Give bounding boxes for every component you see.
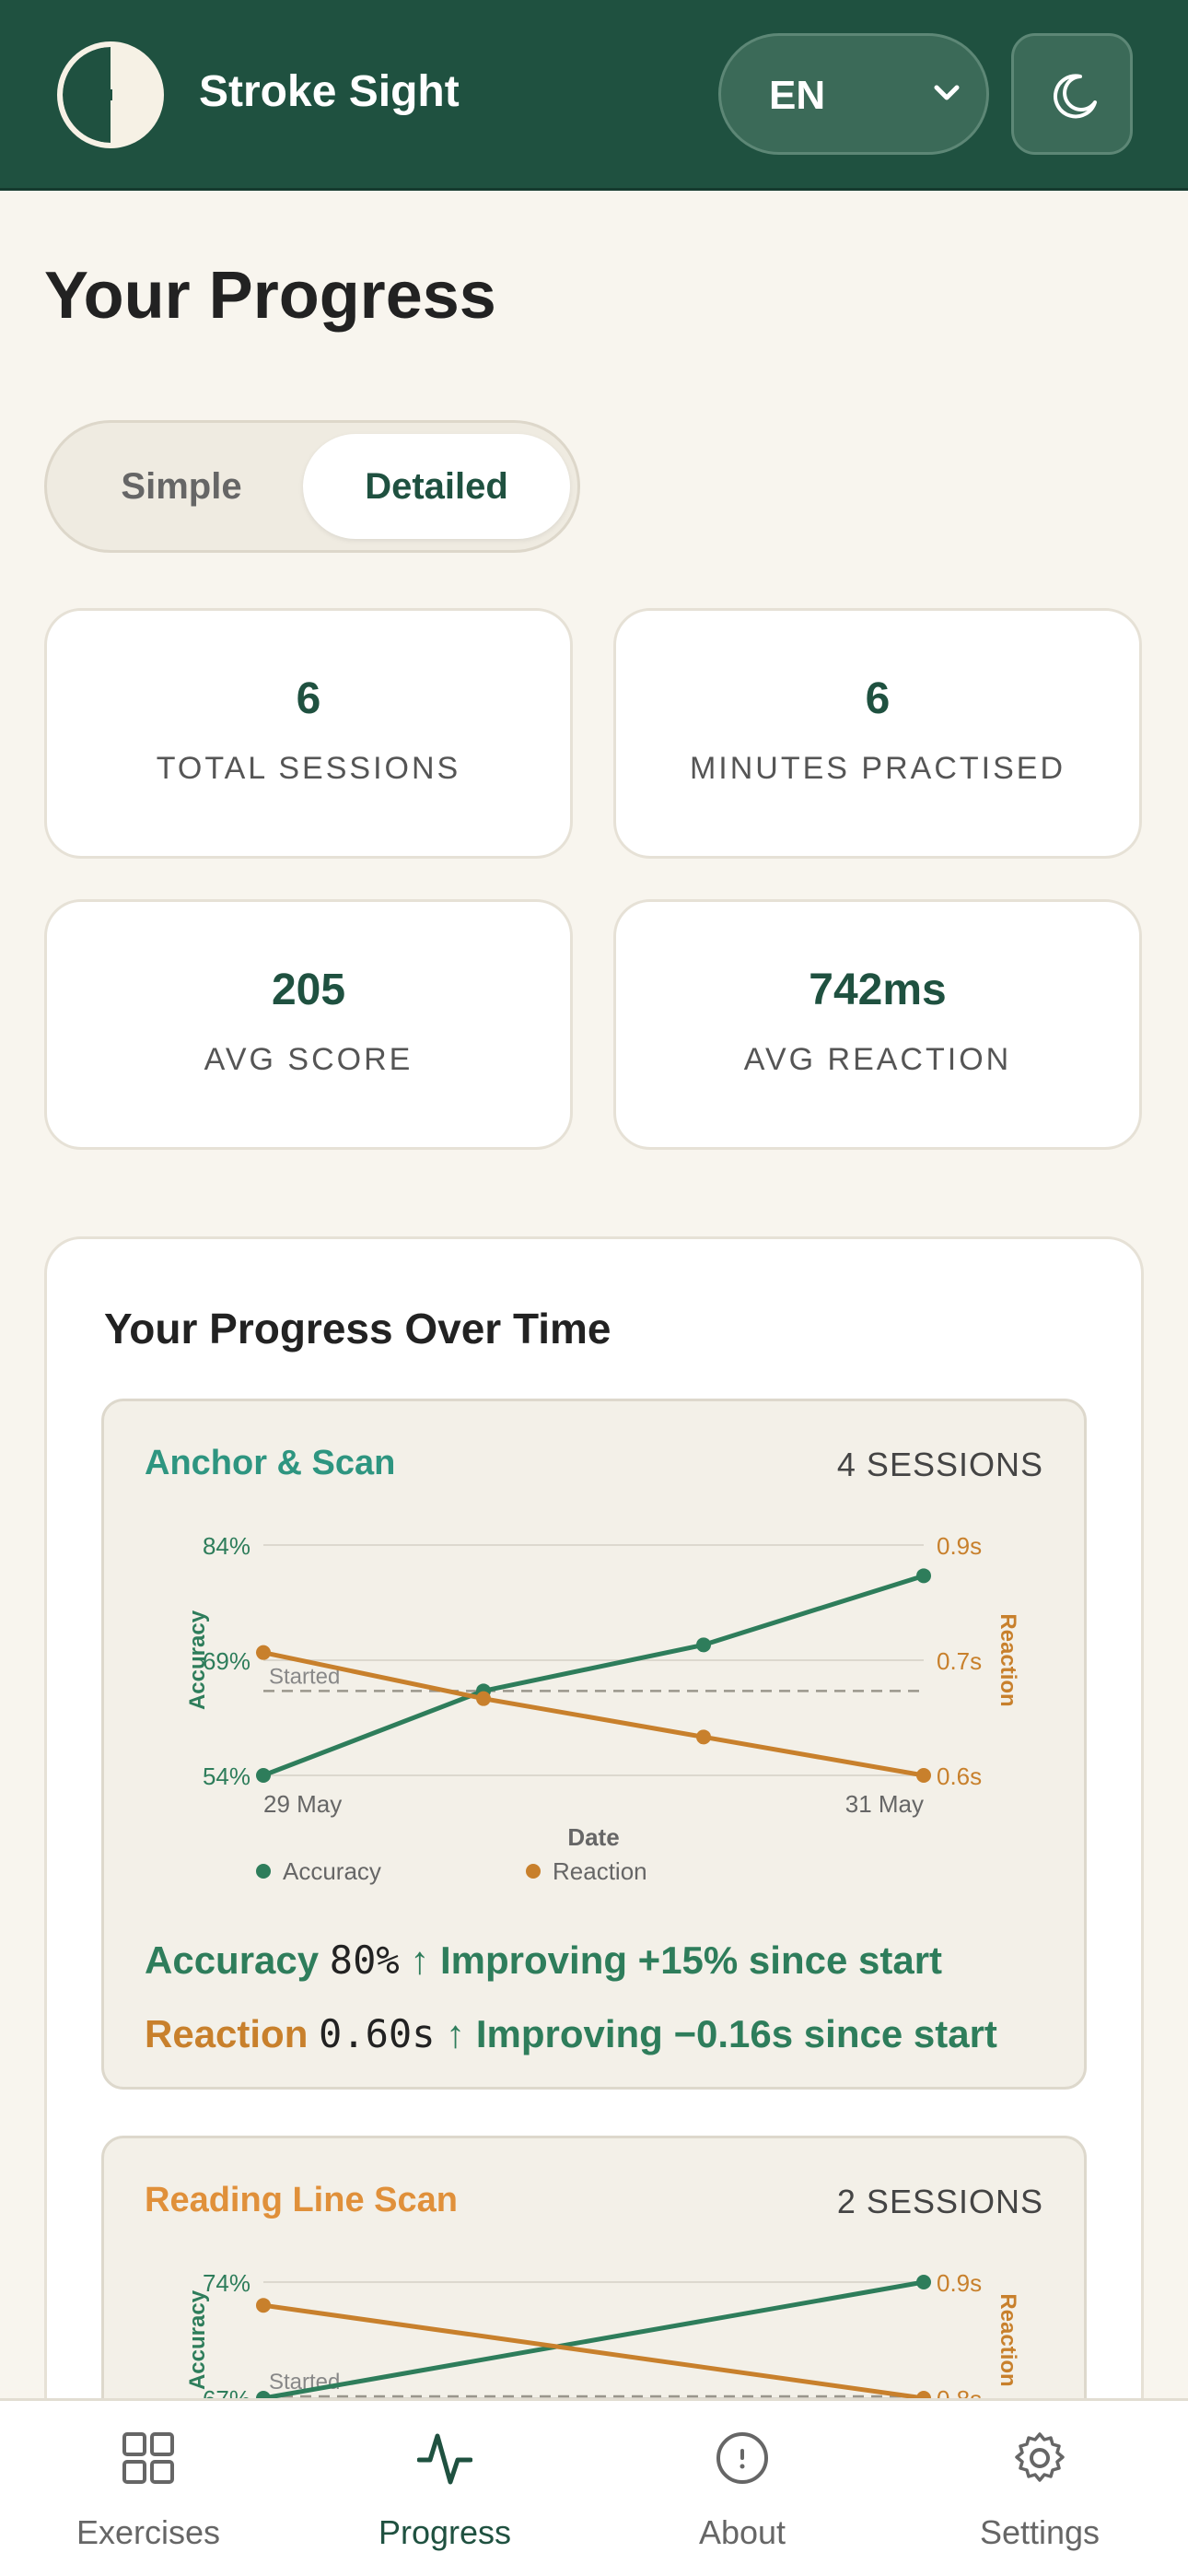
section-title: Your Progress Over Time	[104, 1305, 611, 1352]
nav-label: Progress	[378, 2513, 512, 2551]
view-mode-toggle: Simple Detailed	[44, 420, 580, 553]
pulse-icon	[417, 2433, 472, 2485]
reaction-point	[256, 1645, 271, 1660]
nav-label: Settings	[979, 2513, 1101, 2551]
reaction-point	[256, 2298, 271, 2313]
bottom-navigation: Exercises Progress About Settings	[0, 2398, 1188, 2576]
stat-value: 742ms	[809, 966, 947, 1014]
x-tick-label: 31 May	[845, 1790, 924, 1818]
legend-reaction-swatch	[526, 1864, 541, 1879]
legend-accuracy-label: Accuracy	[283, 1857, 381, 1885]
app-title: Stroke Sight	[199, 67, 460, 116]
info-icon	[716, 2432, 768, 2484]
stat-card-avg-reaction: 742ms AVG REACTION	[613, 899, 1142, 1150]
half-circle-logo-icon	[57, 41, 164, 148]
detailed-view-button[interactable]: Detailed	[303, 434, 570, 539]
accuracy-point	[256, 1768, 271, 1783]
y-tick-right: 0.6s	[937, 1762, 982, 1790]
accuracy-summary: Accuracy 80% ↑ Improving +15% since star…	[145, 1938, 942, 1983]
accuracy-summary-label: Accuracy	[145, 1938, 320, 1982]
legend-reaction-label: Reaction	[553, 1857, 647, 1885]
y-tick-left: 84%	[203, 1532, 250, 1560]
chevron-down-icon	[934, 85, 960, 100]
reaction-point	[696, 1729, 711, 1745]
accuracy-point	[916, 1568, 931, 1584]
simple-view-button[interactable]: Simple	[58, 434, 305, 539]
reaction-point	[916, 1768, 931, 1783]
stat-card-total-sessions: 6 TOTAL SESSIONS	[44, 608, 573, 859]
nav-item-progress[interactable]: Progress	[297, 2401, 593, 2576]
exercise-card-anchor-scan: Anchor & Scan 4 SESSIONS 84% 69% 54% 0.9s 0.…	[101, 1399, 1087, 2090]
stat-value: 205	[271, 966, 346, 1014]
language-select[interactable]: EN	[718, 33, 989, 155]
reaction-summary: Reaction 0.60s ↑ Improving −0.16s since …	[145, 2011, 997, 2056]
grid-icon	[122, 2432, 174, 2484]
y-axis-title-right: Reaction	[996, 1613, 1020, 1706]
y-tick-left: 54%	[203, 1762, 250, 1790]
y-axis-title-right: Reaction	[996, 2293, 1020, 2386]
reaction-point	[476, 1691, 491, 1706]
theme-toggle-button[interactable]	[1011, 33, 1133, 155]
stat-label: AVG REACTION	[743, 1042, 1012, 1077]
stat-label: AVG SCORE	[204, 1042, 413, 1077]
gear-icon	[1015, 2432, 1065, 2482]
nav-label: About	[698, 2513, 786, 2551]
accuracy-point	[696, 1637, 711, 1653]
x-axis-title: Date	[567, 1823, 619, 1851]
nav-item-settings[interactable]: Settings	[891, 2401, 1188, 2576]
stat-value: 6	[296, 674, 321, 723]
accuracy-point	[916, 2275, 931, 2289]
y-tick-right: 0.7s	[937, 1647, 982, 1675]
reaction-summary-value: 0.60s	[319, 2011, 436, 2056]
stat-label: MINUTES PRACTISED	[689, 751, 1066, 786]
nav-label: Exercises	[76, 2513, 221, 2551]
x-tick-label: 29 May	[263, 1790, 342, 1818]
accuracy-summary-value: 80%	[329, 1938, 400, 1983]
reaction-series-line	[262, 1650, 925, 1778]
reaction-trend: ↑ Improving −0.16s since start	[446, 2012, 997, 2055]
moon-icon	[1054, 74, 1097, 119]
app-header: Stroke Sight EN	[0, 0, 1188, 191]
nav-item-exercises[interactable]: Exercises	[0, 2401, 297, 2576]
stat-value: 6	[865, 674, 891, 723]
stat-card-minutes-practised: 6 MINUTES PRACTISED	[613, 608, 1142, 859]
y-axis-title-left: Accuracy	[185, 1610, 210, 1710]
language-value: EN	[769, 73, 826, 118]
accuracy-series-line	[262, 2279, 925, 2401]
stat-card-avg-score: 205 AVG SCORE	[44, 899, 573, 1150]
anchor-scan-chart: 84%69%54%0.9s0.7s0.6sAccuracy ReactionSta…	[185, 1532, 1020, 1885]
reaction-summary-label: Reaction	[145, 2012, 309, 2055]
legend-accuracy-swatch	[256, 1864, 271, 1879]
page-title: Your Progress	[44, 259, 496, 333]
reaction-series-line	[262, 2302, 925, 2401]
accuracy-trend: ↑ Improving +15% since start	[410, 1938, 943, 1982]
stat-label: TOTAL SESSIONS	[156, 751, 461, 786]
y-tick-right: 0.9s	[937, 2269, 982, 2297]
y-axis-title-left: Accuracy	[185, 2289, 210, 2390]
nav-item-about[interactable]: About	[594, 2401, 891, 2576]
y-tick-right: 0.9s	[937, 1532, 982, 1560]
